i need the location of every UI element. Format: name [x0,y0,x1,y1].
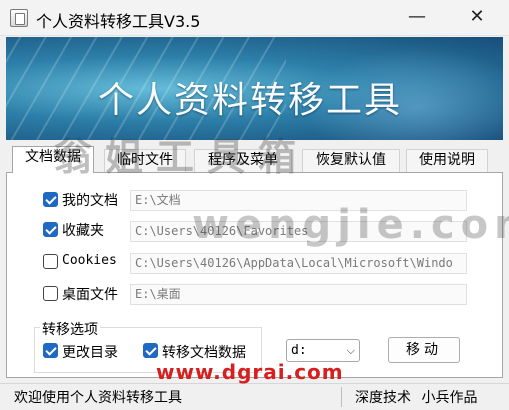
close-button[interactable]: ✕ [462,6,492,28]
tab-bar: 文档数据 临时文件 程序及菜单 恢复默认值 使用说明 [6,146,503,173]
change-dir-checkbox[interactable] [43,343,58,358]
status-message: 欢迎使用个人资料转移工具 [14,390,182,406]
favorites-label: 收藏夹 [62,223,104,239]
status-bar: 欢迎使用个人资料转移工具 深度技术 小兵作品 [0,383,509,410]
documents-label: 我的文档 [62,193,118,209]
header-banner: 个人资料转移工具 [6,37,503,140]
documents-checkbox[interactable] [43,192,58,207]
documents-path-field[interactable]: E:\文档 [130,190,467,211]
desktop-path-field[interactable]: E:\桌面 [130,284,467,305]
banner-title: 个人资料转移工具 [98,80,403,121]
move-data-label: 转移文档数据 [162,345,246,361]
change-dir-label: 更改目录 [62,345,118,361]
status-divider [341,387,342,407]
desktop-label: 桌面文件 [62,287,118,303]
window-title: 个人资料转移工具V3.5 [36,12,201,31]
cookies-label: Cookies [62,253,117,268]
desktop-checkbox[interactable] [43,286,58,301]
chevron-down-icon: ⌵ [346,344,355,357]
cookies-checkbox[interactable] [43,254,58,269]
title-bar: 个人资料转移工具V3.5 — ✕ [0,0,509,36]
move-data-checkbox[interactable] [143,343,158,358]
maximize-button[interactable] [408,6,434,28]
favorites-path-field[interactable]: C:\Users\40126\Favorites [130,221,467,242]
tab-restore-defaults[interactable]: 恢复默认值 [302,149,400,172]
favorites-checkbox[interactable] [43,222,58,237]
cookies-path-field[interactable]: C:\Users\40126\AppData\Local\Microsoft\W… [130,253,467,274]
drive-select-value: d: [291,343,307,358]
tab-help[interactable]: 使用说明 [406,149,488,172]
tab-documents[interactable]: 文档数据 [12,146,94,173]
app-icon [10,9,28,27]
tab-programs-menu[interactable]: 程序及菜单 [194,149,292,172]
transfer-options-legend: 转移选项 [40,319,100,339]
status-credit: 深度技术 小兵作品 [355,390,478,406]
move-button[interactable]: 移动 [388,337,460,363]
tab-temp-files[interactable]: 临时文件 [104,149,186,172]
drive-select[interactable]: d: ⌵ [286,339,360,362]
